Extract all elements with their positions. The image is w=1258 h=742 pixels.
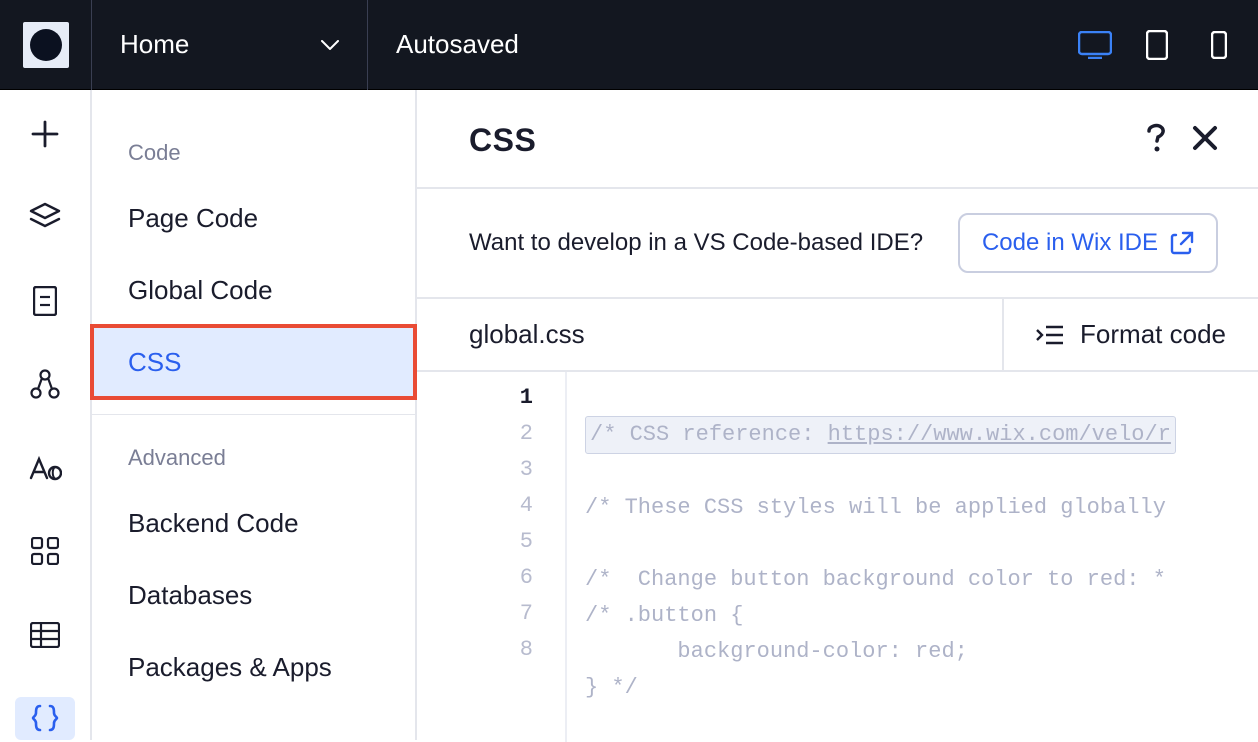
code-line: background-color: red;	[585, 639, 968, 664]
apps-button[interactable]	[15, 530, 75, 574]
topbar: Home Autosaved	[0, 0, 1258, 90]
sidebar-divider	[92, 414, 415, 415]
sidebar-item-databases[interactable]: Databases	[92, 559, 415, 631]
main-area: Code Page Code Global Code CSS Advanced …	[0, 90, 1258, 740]
code-body[interactable]: /* CSS reference: https://www.wix.com/ve…	[567, 372, 1258, 742]
mobile-device-button[interactable]	[1200, 26, 1238, 64]
format-code-label: Format code	[1080, 319, 1226, 350]
code-line: /* .button {	[585, 603, 743, 628]
code-line: /* Change button background color to red…	[585, 567, 1166, 592]
code-reference-link[interactable]: https://www.wix.com/velo/r	[828, 422, 1171, 447]
line-gutter: 12345678	[417, 372, 567, 742]
code-line: /* These CSS styles will be applied glob…	[585, 495, 1166, 520]
device-toggle-group	[1056, 26, 1258, 64]
logo-badge	[23, 22, 69, 68]
tablet-device-button[interactable]	[1138, 26, 1176, 64]
sidebar-item-label: CSS	[128, 347, 181, 378]
code-sidebar: Code Page Code Global Code CSS Advanced …	[92, 90, 417, 740]
file-tab-row: global.css Format code	[417, 299, 1258, 372]
code-line: } */	[585, 675, 638, 700]
braces-icon	[30, 703, 60, 733]
theme-icon	[28, 454, 62, 482]
nodes-icon	[29, 369, 61, 399]
sidebar-item-label: Page Code	[128, 203, 258, 234]
code-panel-button[interactable]	[15, 697, 75, 741]
help-button[interactable]	[1146, 123, 1168, 158]
pages-button[interactable]	[15, 279, 75, 323]
cms-button[interactable]	[15, 613, 75, 657]
plus-icon	[29, 118, 61, 150]
code-line: /* CSS reference: https://www.wix.com/ve…	[585, 416, 1176, 454]
editor-title: CSS	[469, 122, 536, 159]
grid-icon	[31, 537, 59, 565]
sidebar-item-label: Backend Code	[128, 508, 299, 539]
tool-rail	[0, 90, 92, 740]
code-editor[interactable]: 12345678 /* CSS reference: https://www.w…	[417, 372, 1258, 742]
layers-button[interactable]	[15, 196, 75, 240]
format-code-button[interactable]: Format code	[1002, 299, 1258, 370]
autosave-status: Autosaved	[368, 29, 1056, 60]
table-icon	[30, 622, 60, 648]
sidebar-item-css[interactable]: CSS	[92, 326, 415, 398]
desktop-icon	[1078, 31, 1112, 59]
sidebar-item-global-code[interactable]: Global Code	[92, 254, 415, 326]
sidebar-item-label: Global Code	[128, 275, 273, 306]
code-in-wix-ide-button[interactable]: Code in Wix IDE	[958, 213, 1218, 273]
page-selector[interactable]: Home	[92, 0, 368, 90]
format-icon	[1036, 324, 1064, 346]
close-icon	[1192, 125, 1218, 151]
page-selector-label: Home	[120, 29, 189, 60]
help-icon	[1146, 123, 1168, 153]
chevron-down-icon	[321, 40, 339, 50]
add-element-button[interactable]	[15, 112, 75, 156]
sidebar-item-packages-apps[interactable]: Packages & Apps	[92, 631, 415, 703]
sidebar-item-label: Databases	[128, 580, 252, 611]
ide-cta-label: Code in Wix IDE	[982, 229, 1158, 257]
ide-banner: Want to develop in a VS Code-based IDE? …	[417, 189, 1258, 299]
tablet-icon	[1146, 30, 1168, 60]
close-button[interactable]	[1192, 125, 1218, 156]
section-heading-code: Code	[92, 140, 415, 182]
external-link-icon	[1170, 231, 1194, 255]
editor-header-actions	[1146, 123, 1218, 158]
sidebar-item-backend-code[interactable]: Backend Code	[92, 487, 415, 559]
ide-banner-text: Want to develop in a VS Code-based IDE?	[469, 229, 923, 257]
editor-header: CSS	[417, 90, 1258, 189]
desktop-device-button[interactable]	[1076, 26, 1114, 64]
page-icon	[33, 286, 57, 316]
file-tab-global-css[interactable]: global.css	[417, 299, 637, 370]
editor-pane: CSS Want to develop in a VS Code-based I…	[417, 90, 1258, 740]
site-structure-button[interactable]	[15, 363, 75, 407]
logo-icon	[30, 29, 62, 61]
sidebar-item-page-code[interactable]: Page Code	[92, 182, 415, 254]
logo-button[interactable]	[0, 0, 92, 90]
layers-icon	[28, 202, 62, 232]
sidebar-item-label: Packages & Apps	[128, 652, 332, 683]
theme-button[interactable]	[15, 446, 75, 490]
mobile-icon	[1211, 31, 1227, 59]
section-heading-advanced: Advanced	[92, 445, 415, 487]
